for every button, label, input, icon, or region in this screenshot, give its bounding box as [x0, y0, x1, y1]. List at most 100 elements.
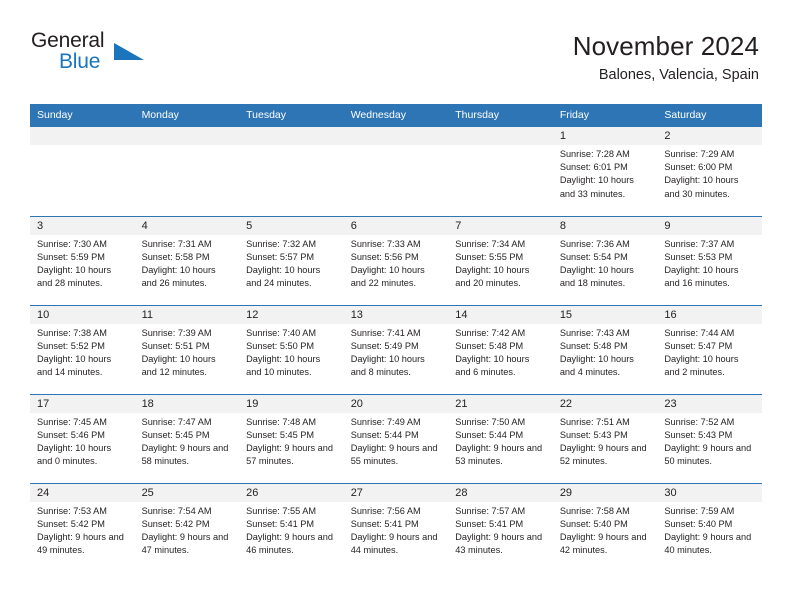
calendar-cell-day[interactable]: 22 Sunrise: 7:51 AM Sunset: 5:43 PM Dayligh… [552, 393, 658, 483]
calendar-cell-day[interactable]: 12 Sunrise: 7:40 AM Sunset: 5:50 PM Dayligh… [239, 304, 344, 394]
calendar-cell-day[interactable]: 16 Sunrise: 7:44 AM Sunset: 5:47 PM Dayligh… [657, 304, 762, 394]
calendar-cell-day[interactable]: 4 Sunrise: 7:31 AM Sunset: 5:58 PM Daylight… [134, 215, 240, 305]
daylight-text: Daylight: 10 hours and 8 minutes. [350, 353, 425, 378]
sunrise-text: Sunrise: 7:50 AM [455, 416, 526, 427]
calendar-cell-day[interactable]: 9 Sunrise: 7:37 AM Sunset: 5:53 PM Daylight… [657, 215, 762, 305]
day-sun-info: Sunrise: 7:56 AM Sunset: 5:41 PM Daylight:… [344, 502, 449, 558]
sunrise-text: Sunrise: 7:32 AM [246, 238, 317, 249]
sunrise-text: Sunrise: 7:29 AM [664, 149, 735, 159]
calendar-cell-day[interactable]: 24 Sunrise: 7:53 AM Sunset: 5:42 PM Dayligh… [30, 482, 135, 572]
calendar-cell-day[interactable]: 30 Sunrise: 7:59 AM Sunset: 5:40 PM Dayligh… [657, 482, 762, 572]
calendar-week-row: 1 Sunrise: 7:28 AM Sunset: 6:01 PM Daylight… [30, 127, 762, 216]
sunset-text: Sunset: 5:51 PM [141, 340, 210, 351]
day-sun-info: Sunrise: 7:52 AM Sunset: 5:43 PM Daylight:… [657, 413, 762, 469]
calendar-cell-inner: 25 Sunrise: 7:54 AM Sunset: 5:42 PM Dayligh… [134, 483, 240, 572]
calendar-cell-day[interactable]: 2 Sunrise: 7:29 AM Sunset: 6:00 PM Daylight… [657, 127, 762, 216]
sunrise-text: Sunrise: 7:57 AM [455, 505, 526, 516]
day-sun-info: Sunrise: 7:43 AM Sunset: 5:48 PM Daylight:… [553, 324, 658, 380]
calendar-cell-day[interactable]: 19 Sunrise: 7:48 AM Sunset: 5:45 PM Dayligh… [239, 393, 344, 483]
calendar-cell-inner: 5 Sunrise: 7:32 AM Sunset: 5:57 PM Daylight… [239, 216, 344, 305]
daylight-text: Daylight: 10 hours and 14 minutes. [37, 353, 112, 378]
day-number: 15 [552, 305, 658, 324]
calendar-cell-day[interactable]: 23 Sunrise: 7:52 AM Sunset: 5:43 PM Dayligh… [657, 393, 762, 483]
calendar-cell-day[interactable]: 14 Sunrise: 7:42 AM Sunset: 5:48 PM Dayligh… [448, 304, 553, 394]
daylight-text: Daylight: 9 hours and 53 minutes. [455, 442, 543, 467]
calendar-cell-inner [343, 127, 449, 216]
calendar-cell-day[interactable]: 15 Sunrise: 7:43 AM Sunset: 5:48 PM Dayligh… [552, 304, 658, 394]
calendar-cell-day[interactable]: 8 Sunrise: 7:36 AM Sunset: 5:54 PM Daylight… [552, 215, 658, 305]
calendar-cell-day[interactable]: 10 Sunrise: 7:38 AM Sunset: 5:52 PM Dayligh… [30, 304, 135, 394]
day-number: 25 [134, 483, 240, 502]
calendar-cell-inner: 12 Sunrise: 7:40 AM Sunset: 5:50 PM Dayligh… [239, 305, 344, 394]
calendar-cell-day[interactable]: 20 Sunrise: 7:49 AM Sunset: 5:44 PM Dayligh… [343, 393, 449, 483]
calendar-cell-day[interactable]: 1 Sunrise: 7:28 AM Sunset: 6:01 PM Daylight… [552, 127, 658, 216]
sunrise-text: Sunrise: 7:48 AM [246, 416, 317, 427]
calendar-cell-empty [239, 127, 344, 216]
sunset-text: Sunset: 5:54 PM [559, 251, 628, 262]
calendar-cell-day[interactable]: 3 Sunrise: 7:30 AM Sunset: 5:59 PM Daylight… [30, 215, 135, 305]
calendar-cell-day[interactable]: 18 Sunrise: 7:47 AM Sunset: 5:45 PM Dayligh… [134, 393, 240, 483]
sunset-text: Sunset: 5:41 PM [246, 518, 315, 529]
calendar-cell-day[interactable]: 28 Sunrise: 7:57 AM Sunset: 5:41 PM Dayligh… [448, 482, 553, 572]
calendar-cell-inner: 27 Sunrise: 7:56 AM Sunset: 5:41 PM Dayligh… [343, 483, 449, 572]
calendar-cell-inner [134, 127, 240, 216]
logo-text-general: General [31, 29, 105, 52]
calendar-cell-day[interactable]: 25 Sunrise: 7:54 AM Sunset: 5:42 PM Dayligh… [134, 482, 240, 572]
calendar-cell-day[interactable]: 26 Sunrise: 7:55 AM Sunset: 5:41 PM Dayligh… [239, 482, 344, 572]
page-title: November 2024 [572, 31, 759, 61]
calendar-cell-inner: 30 Sunrise: 7:59 AM Sunset: 5:40 PM Dayligh… [657, 483, 762, 572]
day-number: 10 [30, 305, 135, 324]
day-number: 14 [448, 305, 553, 324]
day-sun-info: Sunrise: 7:38 AM Sunset: 5:52 PM Daylight:… [30, 324, 135, 380]
sunrise-text: Sunrise: 7:54 AM [141, 505, 212, 516]
day-sun-info: Sunrise: 7:32 AM Sunset: 5:57 PM Daylight:… [239, 235, 344, 291]
sunrise-text: Sunrise: 7:33 AM [350, 238, 421, 249]
sunrise-text: Sunrise: 7:56 AM [350, 505, 421, 516]
calendar-cell-day[interactable]: 11 Sunrise: 7:39 AM Sunset: 5:51 PM Dayligh… [134, 304, 240, 394]
sunset-text: Sunset: 5:40 PM [664, 518, 733, 529]
calendar-cell-inner: 4 Sunrise: 7:31 AM Sunset: 5:58 PM Daylight… [134, 216, 240, 305]
day-number: 7 [448, 216, 553, 235]
calendar-cell-inner: 15 Sunrise: 7:43 AM Sunset: 5:48 PM Dayligh… [552, 305, 658, 394]
sunset-text: Sunset: 5:52 PM [37, 340, 105, 351]
day-number: 9 [657, 216, 762, 235]
calendar-cell-day[interactable]: 29 Sunrise: 7:58 AM Sunset: 5:40 PM Dayligh… [552, 482, 658, 572]
sunset-text: Sunset: 5:43 PM [664, 429, 733, 440]
calendar-cell-inner: 11 Sunrise: 7:39 AM Sunset: 5:51 PM Dayligh… [134, 305, 240, 394]
calendar-cell-day[interactable]: 7 Sunrise: 7:34 AM Sunset: 5:55 PM Daylight… [448, 215, 553, 305]
day-number: 19 [239, 394, 344, 413]
calendar-cell-day[interactable]: 17 Sunrise: 7:45 AM Sunset: 5:46 PM Dayligh… [30, 393, 135, 483]
daylight-text: Daylight: 9 hours and 55 minutes. [350, 442, 438, 467]
daylight-text: Daylight: 10 hours and 24 minutes. [246, 264, 321, 289]
daylight-text: Daylight: 10 hours and 20 minutes. [455, 264, 530, 289]
day-sun-info: Sunrise: 7:49 AM Sunset: 5:44 PM Daylight:… [344, 413, 449, 469]
day-sun-info: Sunrise: 7:51 AM Sunset: 5:43 PM Daylight:… [553, 413, 658, 469]
general-blue-logo[interactable]: General Blue [31, 30, 149, 78]
daylight-text: Daylight: 9 hours and 50 minutes. [664, 442, 752, 467]
day-number: 21 [448, 394, 553, 413]
calendar-cell-day[interactable]: 27 Sunrise: 7:56 AM Sunset: 5:41 PM Dayligh… [343, 482, 449, 572]
daylight-text: Daylight: 10 hours and 18 minutes. [559, 264, 634, 289]
calendar-cell-day[interactable]: 21 Sunrise: 7:50 AM Sunset: 5:44 PM Dayligh… [448, 393, 553, 483]
sunset-text: Sunset: 5:42 PM [141, 518, 210, 529]
sunrise-text: Sunrise: 7:34 AM [455, 238, 526, 249]
title-block: November 2024 Balones, Valencia, Spain [573, 30, 759, 84]
day-number [30, 127, 135, 145]
calendar-cell-day[interactable]: 13 Sunrise: 7:41 AM Sunset: 5:49 PM Dayligh… [343, 304, 449, 394]
day-number [239, 127, 344, 145]
sunrise-text: Sunrise: 7:52 AM [664, 416, 735, 427]
sunset-text: Sunset: 5:44 PM [350, 429, 419, 440]
weekday-header-sunday: Sunday [30, 104, 135, 127]
sunset-text: Sunset: 5:56 PM [350, 251, 419, 262]
weekday-header-saturday: Saturday [657, 104, 762, 127]
day-number: 26 [239, 483, 344, 502]
calendar-cell-day[interactable]: 6 Sunrise: 7:33 AM Sunset: 5:56 PM Daylight… [343, 215, 449, 305]
day-number: 20 [343, 394, 449, 413]
calendar-cell-inner: 13 Sunrise: 7:41 AM Sunset: 5:49 PM Dayligh… [343, 305, 449, 394]
sunrise-text: Sunrise: 7:49 AM [350, 416, 421, 427]
calendar-cell-day[interactable]: 5 Sunrise: 7:32 AM Sunset: 5:57 PM Daylight… [239, 215, 344, 305]
sunrise-text: Sunrise: 7:39 AM [141, 327, 212, 338]
daylight-text: Daylight: 9 hours and 47 minutes. [141, 531, 229, 556]
daylight-text: Daylight: 10 hours and 26 minutes. [141, 264, 216, 289]
day-sun-info: Sunrise: 7:47 AM Sunset: 5:45 PM Daylight:… [135, 413, 240, 469]
